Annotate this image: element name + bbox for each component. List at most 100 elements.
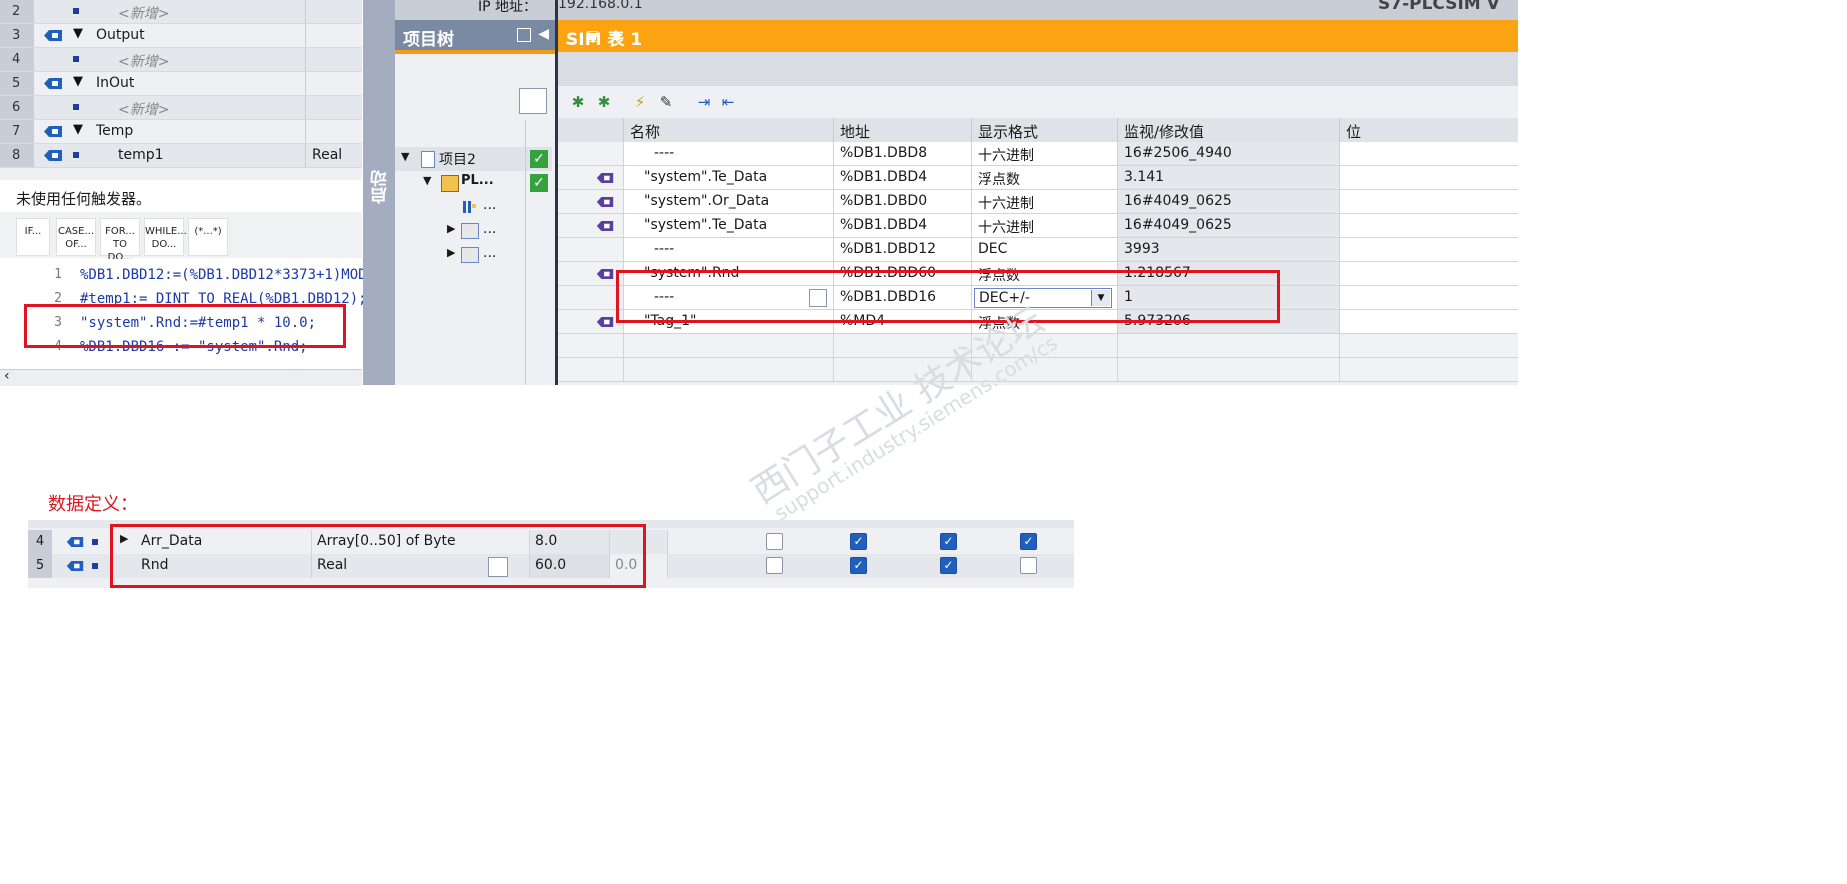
type-picker-icon[interactable] [488,557,508,577]
expand-icon[interactable]: ▼ [401,150,409,163]
sim-row[interactable]: ----%DB1.DBD12DEC39930 [558,238,1518,262]
empty-cell[interactable] [1340,358,1518,382]
sim-row[interactable]: "system".Or_Data %DB1.DBD0 十六进制 16#4049_062… [558,190,1518,214]
accessible-hmi-checkbox[interactable]: ✓ [850,557,867,574]
empty-cell[interactable] [558,358,624,382]
tab-start[interactable]: 启动 [368,170,393,204]
monitor-icon[interactable]: ✎ [656,92,676,112]
cell-format[interactable]: DEC [972,238,1118,262]
sim-row[interactable]: ----%DB1.DBD16DEC+/-▼10 [558,286,1518,310]
row-name[interactable]: <新增> [118,51,169,71]
scl-for-button[interactable]: FOR... TO DO... [100,218,140,263]
scl-case-button[interactable]: CASE... OF... [56,218,96,256]
expand-icon[interactable]: ▼ [423,174,431,187]
modify-now-icon[interactable]: ⚡ [630,92,650,112]
line-text[interactable]: #temp1:= DINT_TO_REAL(%DB1.DBD12); [80,291,367,307]
cell-format[interactable]: 十六进制 [972,190,1118,214]
pin-icon[interactable] [517,28,531,42]
var-start[interactable] [610,530,668,554]
cell-format[interactable]: 浮点数 [972,262,1118,286]
row-selector[interactable] [558,166,624,190]
row-selector[interactable] [558,190,624,214]
list-picker-icon[interactable] [809,289,827,307]
row-selector[interactable] [558,142,624,166]
code-line[interactable]: 3 "system".Rnd:=#temp1 * 10.0; [0,311,362,335]
cell-name[interactable]: ---- [624,142,834,166]
cell-name[interactable]: "system".Te_Data [624,214,834,238]
visible-hmi-checkbox[interactable]: ✓ [940,557,957,574]
code-line[interactable]: 2 #temp1:= DINT_TO_REAL(%DB1.DBD12); [0,287,366,311]
sim-row[interactable]: "system".Te_Data%DB1.DBD4浮点数3.1410 [558,166,1518,190]
cell-name[interactable]: "Tag_1" [624,310,834,334]
cell-format[interactable]: 十六进制 [972,142,1118,166]
empty-cell[interactable] [558,334,624,358]
collapse-icon[interactable]: ▼ [73,26,83,41]
definition-row[interactable]: 5 Rnd Real 60.0 0.0 ✓ ✓ [28,554,1074,578]
tree-item-project[interactable]: ▼ 项目2 ✓ [395,147,552,171]
scl-if-button[interactable]: IF... [16,218,50,256]
horizontal-scrollbar[interactable]: ‹ [0,368,362,386]
var-name[interactable]: Rnd [136,554,312,578]
cell-value[interactable]: 3993 [1118,238,1340,262]
var-start[interactable]: 0.0 [610,554,668,578]
row-name[interactable]: <新增> [118,99,169,119]
interface-row[interactable]: 7 ▼ Temp [0,120,362,144]
scl-comment-button[interactable]: (*...*) [188,218,228,256]
setpoint-checkbox[interactable] [1020,557,1037,574]
line-text[interactable]: %DB1.DBD16 := "system".Rnd; [80,339,308,355]
cell-format[interactable]: 十六进制 [972,214,1118,238]
col-header-value[interactable]: 监视/修改值 [1118,118,1340,142]
expand-icon[interactable]: ▶ [447,246,455,259]
cell-value[interactable]: 16#2506_4940 [1118,142,1340,166]
empty-cell[interactable] [624,358,834,382]
retain-checkbox[interactable] [766,557,783,574]
col-header-format[interactable]: 显示格式 [972,118,1118,142]
row-selector[interactable] [558,310,624,334]
col-header-bit[interactable]: 位 [1340,118,1536,142]
row-selector[interactable] [558,214,624,238]
interface-row[interactable]: 2 <新增> [0,0,362,24]
sim-row[interactable]: ----%DB1.DBD8十六进制16#2506_494016# [558,142,1518,166]
interface-row[interactable]: 5 ▼ InOut [0,72,362,96]
code-line[interactable]: 1 %DB1.DBD12:=(%DB1.DBD12*3373+1)MOD 655… [0,263,425,287]
var-type[interactable]: Array[0..50] of Byte [312,530,530,554]
row-selector[interactable] [558,286,624,310]
cell-value[interactable]: 1 [1118,286,1340,310]
var-name[interactable]: Arr_Data [136,530,312,554]
setpoint-checkbox[interactable]: ✓ [1020,533,1037,550]
row-selector[interactable] [558,262,624,286]
add-row-alt-icon[interactable]: ✱ [594,92,614,112]
cell-value[interactable]: 16#4049_0625 [1118,214,1340,238]
interface-row[interactable]: 3 ▼ Output [0,24,362,48]
add-row-icon[interactable]: ✱ [568,92,588,112]
retain-checkbox[interactable] [766,533,783,550]
tree-item-plc[interactable]: ▼ PL... ✓ [395,171,552,195]
expand-icon[interactable]: ▶ [447,222,455,235]
cell-format[interactable]: DEC+/- ▼ [972,286,1118,310]
format-dropdown[interactable]: DEC+/- ▼ [974,288,1112,308]
row-name[interactable]: <新增> [118,3,169,23]
code-line[interactable]: 4 %DB1.DBD16 := "system".Rnd; [0,335,362,359]
code-editor[interactable]: 1 %DB1.DBD12:=(%DB1.DBD12*3373+1)MOD 655… [0,259,426,369]
col-header-name[interactable]: 名称 [624,118,834,142]
definition-row[interactable]: 4 ▶ Arr_Data Array[0..50] of Byte 8.0 ✓ … [28,530,1074,554]
row-name[interactable]: temp1 [118,147,164,163]
collapse-icon[interactable]: ▼ [73,74,83,89]
sim-row[interactable]: "system".Rnd%DB1.DBD60浮点数1.2185670 [558,262,1518,286]
empty-cell[interactable] [1340,334,1518,358]
cell-value[interactable]: 1.218567 [1118,262,1340,286]
cell-name[interactable]: ---- [624,238,834,262]
cell-name[interactable]: "system".Or_Data [624,190,834,214]
tree-item-config[interactable]: ... [395,195,552,219]
sim-row[interactable]: "system".Te_Data %DB1.DBD4 十六进制 16#4049_062… [558,214,1518,238]
cell-name[interactable]: ---- [624,286,834,310]
interface-row[interactable]: 4 <新增> [0,48,362,72]
tree-item-folder[interactable]: ▶ ... [395,219,552,243]
scl-while-button[interactable]: WHILE... DO... [144,218,187,256]
row-selector[interactable] [558,238,624,262]
cell-format[interactable]: 浮点数 [972,166,1118,190]
collapse-icon[interactable]: ▼ [73,122,83,137]
interface-row[interactable]: 8 temp1 Real [0,144,362,168]
empty-cell[interactable] [1118,358,1340,382]
line-text[interactable]: "system".Rnd:=#temp1 * 10.0; [80,315,316,331]
